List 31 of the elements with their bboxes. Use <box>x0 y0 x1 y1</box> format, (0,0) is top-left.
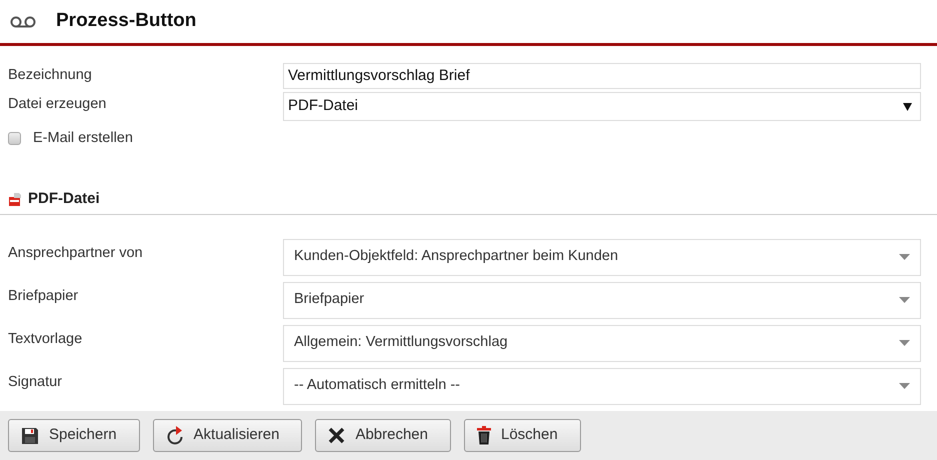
refresh-icon <box>166 426 184 445</box>
text-field[interactable]: Vermittlungsvorschlag Brief <box>283 63 921 89</box>
email-checkbox[interactable] <box>8 132 21 146</box>
field-label: Ansprechpartner von <box>8 244 144 263</box>
select-field[interactable]: PDF-Datei <box>283 92 921 121</box>
caret-icon <box>899 254 910 260</box>
trash-icon <box>477 426 491 445</box>
save-icon <box>21 426 39 444</box>
field-label: Textvorlage <box>8 330 84 349</box>
checkbox-label[interactable]: E-Mail erstellen <box>33 128 133 150</box>
field-label: Datei erzeugen <box>8 95 108 114</box>
section-title: PDF-Datei <box>28 189 100 209</box>
caret-icon <box>899 340 910 346</box>
close-icon <box>328 427 346 444</box>
select-field[interactable]: Allgemein: Vermittlungsvorschlag <box>283 324 921 362</box>
caret-icon <box>899 383 910 390</box>
cancel-button[interactable]: Abbrechen <box>315 419 451 452</box>
page-title: Prozess-Button <box>56 9 196 34</box>
field-label: Signatur <box>8 372 64 392</box>
delete-button[interactable]: Löschen <box>464 419 581 452</box>
voicemail-icon <box>10 16 36 28</box>
save-button[interactable]: Speichern <box>8 419 140 452</box>
caret-icon <box>899 297 910 304</box>
field-label: Briefpapier <box>8 286 80 306</box>
pdf-icon <box>8 192 22 207</box>
select-field[interactable]: -- Automatisch ermitteln -- <box>283 368 921 405</box>
caret-icon <box>903 102 912 110</box>
select-field[interactable]: Briefpapier <box>283 282 921 319</box>
refresh-button[interactable]: Aktualisieren <box>152 419 302 452</box>
field-label: Bezeichnung <box>8 66 93 86</box>
select-field[interactable]: Kunden-Objektfeld: Ansprechpartner beim Kunden <box>283 238 921 276</box>
